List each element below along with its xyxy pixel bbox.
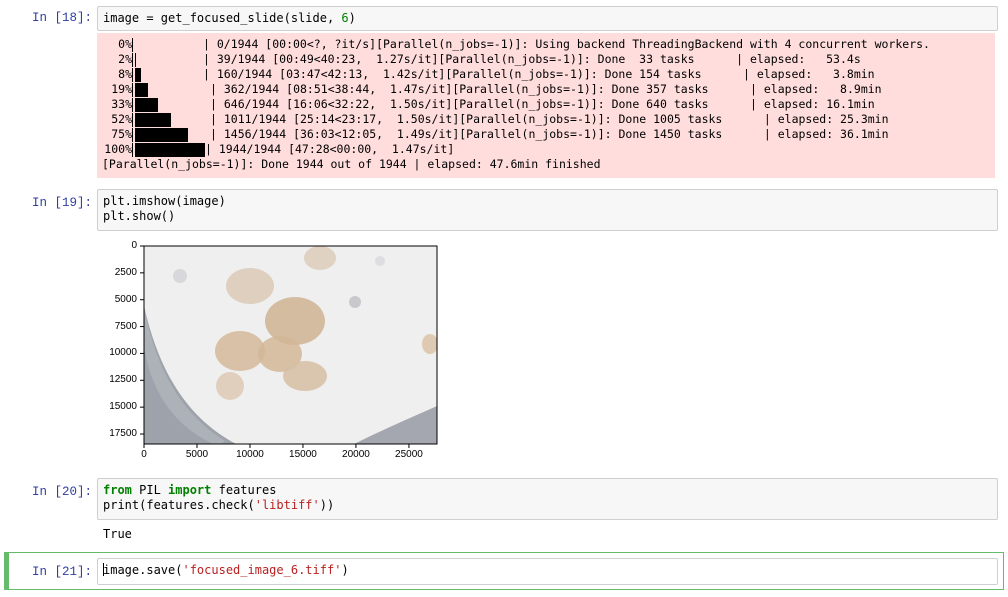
- progress-line: 0% | 0/1944 [00:00<?, ?it/s][Parallel(n_j…: [102, 37, 990, 52]
- imshow-plot: 0 5000 10000 15000 20000 25000 0 2500 5000 7500 10…: [100, 236, 450, 461]
- cell-prompt: In [21]:: [31, 565, 92, 579]
- progress-bar: [135, 68, 141, 82]
- code-input[interactable]: image.save('focused_image_6.tiff'): [97, 558, 998, 585]
- stderr-final-line: [Parallel(n_jobs=-1)]: Done 1944 out of …: [102, 157, 601, 171]
- progress-percent: 8%: [118, 67, 132, 81]
- code-number: 6: [341, 11, 349, 25]
- progress-bar-edge: [132, 98, 133, 112]
- progress-bar: [135, 143, 205, 157]
- progress-line: 2% | 39/1944 [00:49<40:23, 1.27s/it][Para…: [102, 52, 990, 67]
- progress-text: | 0/1944 [00:00<?, ?it/s][Parallel(n_job…: [203, 37, 930, 51]
- progress-bar-edge: [132, 143, 133, 157]
- cell-output: True: [103, 527, 132, 541]
- code-text: ): [341, 563, 349, 577]
- y-tick-label: 5000: [114, 293, 137, 305]
- progress-bar: [135, 113, 171, 127]
- code-text: image = get_focused_slide(slide,: [103, 11, 342, 25]
- progress-text: | 160/1944 [03:47<42:13, 1.42s/it][Paral…: [203, 67, 875, 81]
- progress-percent: 33%: [111, 97, 132, 111]
- progress-bar: [135, 98, 158, 112]
- progress-line: 8% | 160/1944 [03:47<42:13, 1.42s/it][Par…: [102, 67, 990, 82]
- progress-percent: 100%: [104, 142, 132, 156]
- y-tick-label: 17500: [109, 427, 137, 439]
- keyword: import: [168, 483, 212, 497]
- slide-image: [144, 246, 437, 444]
- progress-percent: 0%: [118, 37, 132, 51]
- code-text: )): [319, 498, 335, 512]
- progress-text: | 1011/1944 [25:14<23:17, 1.50s/it][Para…: [210, 112, 889, 126]
- code-input[interactable]: from PIL import features print(features.…: [97, 478, 998, 520]
- code-string: 'libtiff': [254, 498, 320, 512]
- plot-svg: [140, 245, 438, 448]
- progress-text: | 1944/1944 [47:28<00:00, 1.47s/it]: [205, 142, 455, 156]
- x-tick-label: 15000: [289, 449, 317, 460]
- progress-bar-edge: [132, 68, 133, 82]
- progress-text: | 362/1944 [08:51<38:44, 1.47s/it][Paral…: [210, 82, 882, 96]
- stderr-output: 0% | 0/1944 [00:00<?, ?it/s][Parallel(n_j…: [97, 33, 995, 178]
- cell-prompt: In [18]:: [31, 11, 92, 25]
- cell-prompt: In [20]:: [31, 485, 92, 499]
- x-tick-label: 0: [141, 449, 147, 460]
- progress-percent: 75%: [111, 127, 132, 141]
- progress-percent: 19%: [111, 82, 132, 96]
- code-input[interactable]: plt.imshow(image) plt.show(): [97, 189, 998, 231]
- y-tick-label: 12500: [109, 374, 137, 386]
- progress-bar-edge: [132, 53, 133, 67]
- code-string: 'focused_image_6.tiff': [182, 563, 342, 577]
- x-tick-label: 5000: [185, 449, 209, 460]
- code-text: features: [211, 483, 277, 497]
- x-tick-label: 25000: [395, 449, 423, 460]
- y-tick-label: 10000: [109, 347, 137, 359]
- code-text: print(features.check(: [103, 498, 255, 512]
- progress-line: 33% | 646/1944 [16:06<32:22, 1.50s/it][Pa…: [102, 97, 990, 112]
- progress-bar: [135, 83, 148, 97]
- code-line: plt.show(): [103, 209, 176, 223]
- progress-text: | 646/1944 [16:06<32:22, 1.50s/it][Paral…: [210, 97, 875, 111]
- code-text: ): [348, 11, 356, 25]
- x-tick-label: 20000: [342, 449, 370, 460]
- progress-percent: 52%: [111, 112, 132, 126]
- progress-text: | 39/1944 [00:49<40:23, 1.27s/it][Parall…: [203, 52, 861, 66]
- progress-text: | 1456/1944 [36:03<12:05, 1.49s/it][Para…: [210, 127, 889, 141]
- cell-prompt: In [19]:: [31, 196, 92, 210]
- progress-bar-edge: [132, 128, 133, 142]
- progress-percent: 2%: [118, 52, 132, 66]
- progress-line: 75% | 1456/1944 [36:03<12:05, 1.49s/it][P…: [102, 127, 990, 142]
- x-tick-label: 10000: [236, 449, 264, 460]
- y-tick-label: 2500: [114, 266, 137, 278]
- code-text: image.save(: [103, 563, 183, 577]
- y-tick-label: 0: [131, 240, 137, 251]
- code-text: PIL: [131, 483, 169, 497]
- progress-line: 100% | 1944/1944 [47:28<00:00, 1.47s/it]: [102, 142, 990, 157]
- progress-bar-edge: [132, 83, 133, 97]
- keyword: from: [103, 483, 132, 497]
- progress-line: 19% | 362/1944 [08:51<38:44, 1.47s/it][Pa…: [102, 82, 990, 97]
- progress-line: 52% | 1011/1944 [25:14<23:17, 1.50s/it][P…: [102, 112, 990, 127]
- y-tick-label: 15000: [109, 401, 137, 413]
- progress-bar-edge: [132, 38, 133, 52]
- progress-bar-edge: [132, 113, 133, 127]
- progress-bar: [135, 53, 136, 67]
- code-input[interactable]: image = get_focused_slide(slide, 6): [97, 6, 998, 31]
- y-tick-label: 7500: [114, 320, 137, 332]
- progress-bar: [135, 128, 188, 142]
- code-line: plt.imshow(image): [103, 194, 226, 208]
